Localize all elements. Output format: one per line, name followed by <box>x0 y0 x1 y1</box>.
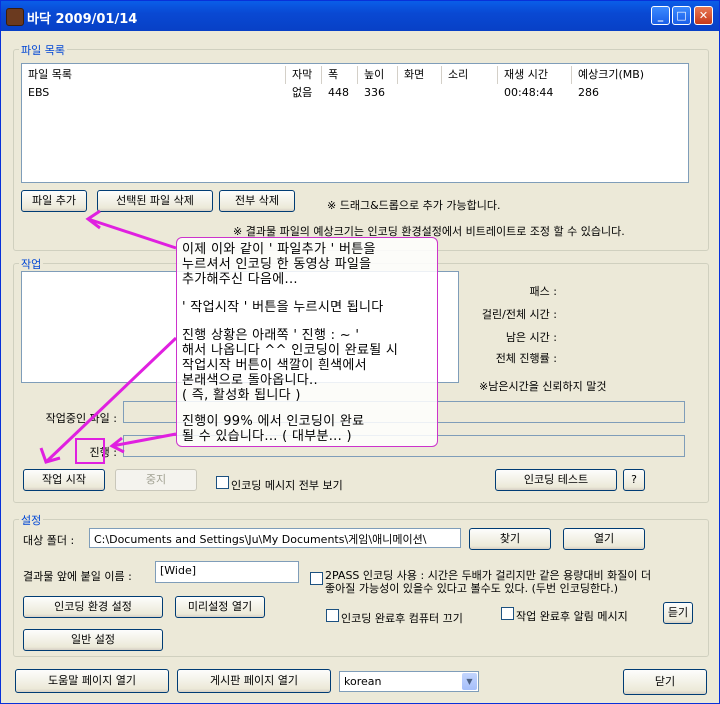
arrow-to-add-file <box>87 217 177 250</box>
annotation-line: ( 즉, 활성화 됩니다 ) <box>182 388 301 403</box>
annotation-note: 이제 이와 같이 ' 파일추가 ' 버튼을 누르셔서 인코딩 한 동영상 파일을… <box>176 237 438 447</box>
arrow-to-start-job <box>44 336 178 464</box>
annotation-line: 추가해주신 다음에... <box>182 272 298 287</box>
annotation-line: 될 수 있습니다... ( 대부분... ) <box>182 429 352 444</box>
progress-highlight-box <box>75 438 105 464</box>
annotation-line: ' 작업시작 ' 버튼을 누르시면 됩니다 <box>182 300 384 315</box>
